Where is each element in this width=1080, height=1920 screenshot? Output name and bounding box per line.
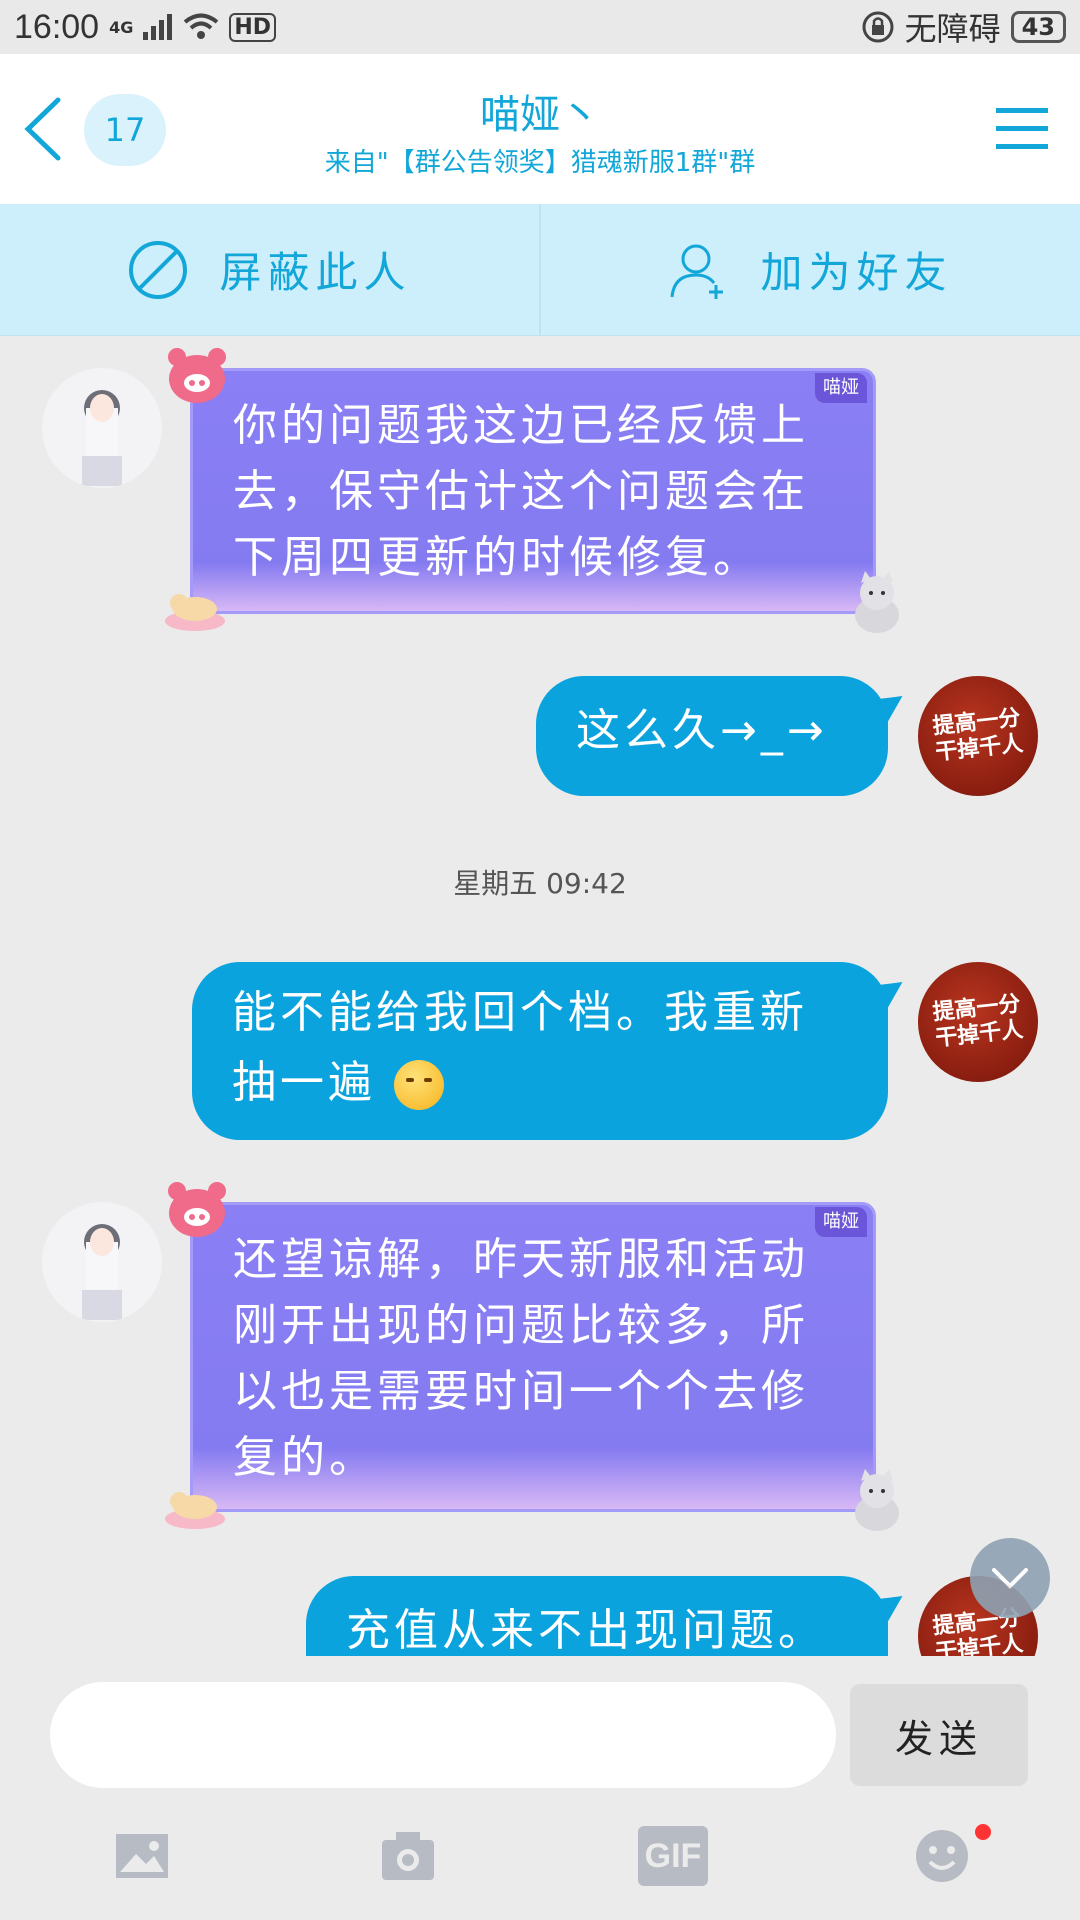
avatar-calligraphy: 提高一分 干掉千人 xyxy=(931,991,1025,1052)
avatar[interactable]: 提高一分 干掉千人 xyxy=(918,962,1038,1082)
toolbar: GIF xyxy=(0,1826,1080,1906)
pig-sticker-icon xyxy=(168,1182,226,1237)
block-user-label: 屏蔽此人 xyxy=(219,248,412,297)
notification-dot xyxy=(975,1824,991,1840)
gif-button[interactable]: GIF xyxy=(638,1826,708,1886)
message-input[interactable] xyxy=(50,1682,836,1788)
sleeping-cat-icon xyxy=(165,594,225,631)
status-bar: 16:00 4G HD 无障碍 43 xyxy=(0,0,1080,54)
sender-tag: 喵娅 xyxy=(815,373,867,403)
timestamp: 星期五 09:42 xyxy=(453,867,627,900)
cat-sticker-icon xyxy=(855,1469,899,1531)
block-user-button[interactable]: 屏蔽此人 xyxy=(0,204,541,335)
battery-icon: 43 xyxy=(1010,11,1066,43)
page-subtitle: 来自"【群公告领奖】猎魂新服1群"群 xyxy=(324,148,756,178)
sender-tag: 喵娅 xyxy=(815,1207,867,1237)
message-list[interactable]: 喵娅 你的问题我这边已经反馈上去，保守估计这个问题会在下周四更新的时候修复。 这… xyxy=(0,336,1080,1656)
accessibility-label: 无障碍 xyxy=(904,10,1001,48)
anime-girl-avatar-icon xyxy=(82,390,122,486)
avatar-calligraphy: 提高一分 干掉千人 xyxy=(931,705,1025,766)
scroll-to-bottom-button[interactable] xyxy=(970,1538,1050,1618)
signal-icon xyxy=(143,14,173,40)
message-bubble[interactable]: 充值从来不出现问题。 xyxy=(306,1576,888,1656)
chevron-down-icon xyxy=(992,1568,1028,1589)
cat-sticker-icon xyxy=(855,571,899,633)
add-friend-label: 加为好友 xyxy=(760,248,953,297)
message-text: 能不能给我回个档。我重新抽一遍 xyxy=(232,987,808,1108)
message-bubble[interactable]: 喵娅 还望谅解，昨天新服和活动刚开出现的问题比较多，所以也是需要时间一个个去修复… xyxy=(165,1182,899,1531)
avatar[interactable]: 提高一分 干掉千人 xyxy=(918,676,1038,796)
action-bar: 屏蔽此人 加为好友 xyxy=(0,204,1080,336)
message-bubble[interactable]: 能不能给我回个档。我重新抽一遍 xyxy=(192,962,888,1140)
anime-girl-avatar-icon xyxy=(82,1224,122,1320)
block-icon xyxy=(129,240,188,299)
pig-sticker-icon xyxy=(168,348,226,403)
send-button[interactable]: 发送 xyxy=(850,1684,1028,1786)
emoji-icon[interactable] xyxy=(912,1826,972,1886)
lock-rotation-icon xyxy=(862,11,894,43)
add-friend-button[interactable]: 加为好友 xyxy=(541,204,1080,335)
message-text: 你的问题我这边已经反馈上去，保守估计这个问题会在下周四更新的时候修复。 xyxy=(233,400,809,583)
battery-level: 43 xyxy=(1021,13,1055,41)
hd-icon: HD xyxy=(229,12,277,42)
avatar[interactable] xyxy=(42,368,162,488)
message-text: 充值从来不出现问题。 xyxy=(346,1605,826,1656)
avatar[interactable] xyxy=(42,1202,162,1322)
page-title: 喵娅丶 xyxy=(480,92,600,138)
camera-icon[interactable] xyxy=(378,1826,438,1886)
clock: 16:00 xyxy=(14,7,100,46)
message-text: 还望谅解，昨天新服和活动刚开出现的问题比较多，所以也是需要时间一个个去修复的。 xyxy=(233,1234,809,1483)
shush-emoji-icon xyxy=(394,1060,444,1110)
message-bubble[interactable]: 这么久→_→ xyxy=(536,676,888,796)
menu-icon[interactable] xyxy=(996,102,1048,154)
message-bubble[interactable]: 喵娅 你的问题我这边已经反馈上去，保守估计这个问题会在下周四更新的时候修复。 xyxy=(165,348,899,633)
message-text: 这么久→_→ xyxy=(576,705,828,756)
network-label: 4G xyxy=(109,17,134,37)
wifi-icon xyxy=(184,13,219,39)
input-bar: 发送 GIF xyxy=(0,1656,1080,1920)
chat-header: 17 喵娅丶 来自"【群公告领奖】猎魂新服1群"群 xyxy=(0,54,1080,204)
add-friend-icon xyxy=(670,244,724,299)
gif-label: GIF xyxy=(644,1836,702,1875)
image-icon[interactable] xyxy=(112,1826,172,1886)
sleeping-cat-icon xyxy=(165,1492,225,1529)
